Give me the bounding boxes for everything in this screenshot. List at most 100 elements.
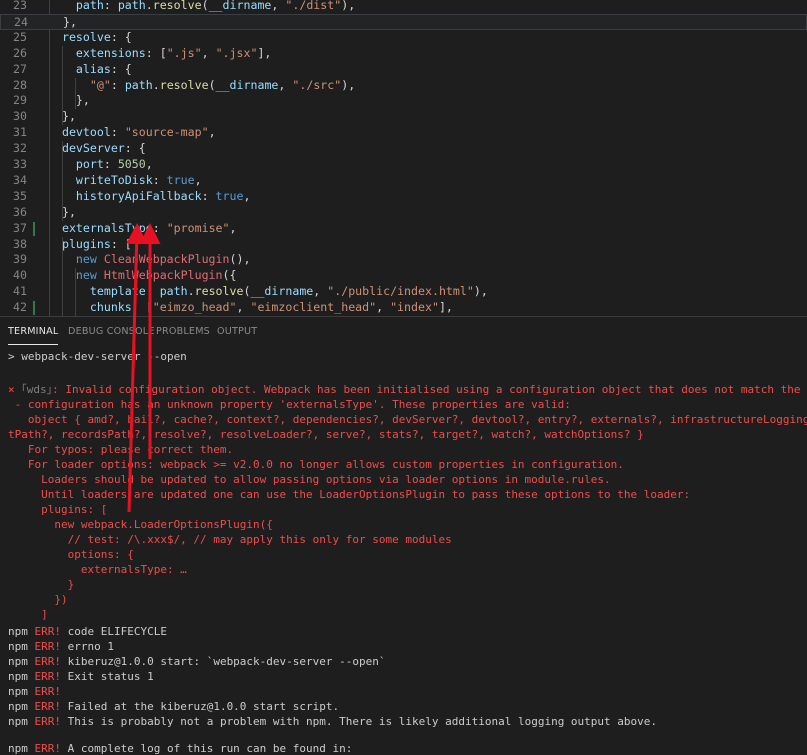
code-line[interactable]: 42 chunks: ["eimzo_head", "eimzoclient_h… bbox=[0, 300, 807, 316]
code-text: path: path.resolve(__dirname, "./dist"), bbox=[48, 0, 355, 14]
terminal-error-line: Until loaders are updated one can use th… bbox=[8, 488, 691, 501]
code-token: }, bbox=[48, 204, 76, 219]
code-line[interactable]: 40 new HtmlWebpackPlugin({ bbox=[0, 268, 807, 284]
code-token: : bbox=[110, 125, 125, 140]
code-token: true bbox=[215, 188, 244, 203]
tab-terminal[interactable]: TERMINAL bbox=[8, 326, 59, 345]
terminal-output[interactable]: > webpack-dev-server --open × ｢wds｣: Inva… bbox=[0, 346, 807, 755]
code-token: , bbox=[278, 77, 293, 92]
code-token: "@" bbox=[89, 77, 111, 92]
code-text: new HtmlWebpackPlugin({ bbox=[48, 268, 237, 284]
code-token: , bbox=[376, 300, 391, 315]
code-line[interactable]: 27 alias: { bbox=[0, 62, 807, 78]
code-line[interactable]: 28 "@": path.resolve(__dirname, "./src")… bbox=[0, 78, 807, 94]
code-token: "./dist" bbox=[285, 0, 342, 12]
tab-debug-console[interactable]: DEBUG CONSOLE bbox=[68, 326, 155, 344]
code-line[interactable]: 33 port: 5050, bbox=[0, 157, 807, 173]
code-text: port: 5050, bbox=[48, 157, 153, 173]
code-line[interactable]: 41 template: path.resolve(__dirname, "./… bbox=[0, 284, 807, 300]
code-token: resolve bbox=[159, 77, 209, 92]
code-token: ], bbox=[438, 300, 453, 315]
terminal-error-line: } bbox=[8, 578, 75, 591]
code-token: , bbox=[208, 125, 216, 140]
code-token: "./public/index.html" bbox=[327, 284, 474, 299]
code-line[interactable]: 37 externalsType: "promise", bbox=[0, 221, 807, 237]
terminal-error-line: externalsType: … bbox=[8, 563, 187, 576]
code-line[interactable]: 25 resolve: { bbox=[0, 30, 807, 46]
terminal-error-line: plugins: [ bbox=[8, 503, 108, 516]
tab-problems[interactable]: PROBLEMS bbox=[156, 326, 210, 344]
code-line[interactable]: 36 }, bbox=[0, 205, 807, 221]
npm-message: This is probably not a problem with npm.… bbox=[61, 715, 658, 728]
code-token: HtmlWebpackPlugin bbox=[103, 268, 223, 283]
npm-error-line: npm ERR! kiberuz@1.0.0 start: `webpack-d… bbox=[8, 654, 386, 669]
line-number: 31 bbox=[13, 125, 27, 140]
npm-message: code ELIFECYCLE bbox=[61, 625, 167, 638]
line-number: 26 bbox=[13, 45, 27, 60]
panel-tab-bar: TERMINAL DEBUG CONSOLE PROBLEMS OUTPUT bbox=[0, 316, 807, 346]
err-label: ERR! bbox=[34, 685, 62, 698]
terminal-error-line: new webpack.LoaderOptionsPlugin({ bbox=[8, 518, 273, 531]
code-line[interactable]: 30 }, bbox=[0, 109, 807, 125]
code-token: historyApiFallback bbox=[75, 188, 202, 203]
code-token: , bbox=[145, 157, 153, 171]
code-token: ], bbox=[257, 45, 272, 60]
code-token: "source-map" bbox=[124, 125, 209, 140]
code-token: devServer bbox=[61, 141, 125, 156]
code-token: ".js" bbox=[166, 45, 202, 60]
code-text: alias: { bbox=[48, 62, 132, 78]
err-label: ERR! bbox=[34, 640, 62, 653]
code-token: path bbox=[159, 284, 188, 299]
code-token: }, bbox=[48, 109, 76, 124]
code-token: path bbox=[75, 0, 104, 12]
code-token: __dirname bbox=[250, 284, 314, 299]
code-editor[interactable]: 23 path: path.resolve(__dirname, "./dist… bbox=[0, 0, 807, 316]
code-line[interactable]: 23 path: path.resolve(__dirname, "./dist… bbox=[0, 0, 807, 14]
npm-error-line: npm ERR! code ELIFECYCLE bbox=[8, 624, 167, 639]
code-line[interactable]: 39 new CleanWebpackPlugin(), bbox=[0, 252, 807, 268]
code-token: devtool bbox=[61, 125, 111, 140]
code-line[interactable]: 34 writeToDisk: true, bbox=[0, 173, 807, 189]
terminal-error-line: For loader options: webpack >= v2.0.0 no… bbox=[8, 458, 624, 471]
code-token: : bbox=[145, 284, 160, 299]
code-line[interactable]: 26 extensions: [".js", ".jsx"], bbox=[0, 46, 807, 62]
line-number: 37 bbox=[13, 220, 27, 235]
code-token: . bbox=[145, 0, 153, 12]
code-token: new bbox=[75, 252, 97, 267]
npm-label: npm bbox=[8, 625, 28, 638]
code-line[interactable]: 38 plugins: [ bbox=[0, 237, 807, 253]
code-line[interactable]: 29 }, bbox=[0, 93, 807, 109]
code-text: historyApiFallback: true, bbox=[48, 188, 251, 205]
err-label: ERR! bbox=[34, 700, 62, 713]
code-text: devServer: { bbox=[48, 141, 146, 157]
terminal-error-line: // test: /\.xxx$/, // may apply this onl… bbox=[8, 533, 452, 546]
code-line[interactable]: 35 historyApiFallback: true, bbox=[0, 189, 807, 205]
code-token: ), bbox=[341, 0, 356, 12]
code-line[interactable]: 31 devtool: "source-map", bbox=[0, 125, 807, 141]
line-number: 40 bbox=[13, 268, 27, 283]
code-text: devtool: "source-map", bbox=[48, 125, 216, 141]
code-line[interactable]: 24 }, bbox=[0, 13, 807, 30]
git-change-marker[interactable] bbox=[33, 221, 35, 236]
code-token: }, bbox=[48, 93, 90, 108]
code-text: }, bbox=[48, 205, 76, 221]
line-number: 23 bbox=[13, 0, 27, 12]
terminal-error-line: object { amd?, bail?, cache?, context?, … bbox=[27, 413, 807, 426]
npm-error-line: npm ERR! Exit status 1 bbox=[8, 669, 154, 684]
code-line[interactable]: 32 devServer: { bbox=[0, 141, 807, 157]
git-change-marker[interactable] bbox=[33, 301, 35, 316]
line-number: 32 bbox=[13, 141, 27, 156]
code-token: , bbox=[201, 45, 216, 60]
line-number: 29 bbox=[13, 93, 27, 108]
code-token: "./src" bbox=[292, 77, 342, 92]
npm-label: npm bbox=[8, 685, 28, 698]
tab-output[interactable]: OUTPUT bbox=[217, 326, 257, 344]
